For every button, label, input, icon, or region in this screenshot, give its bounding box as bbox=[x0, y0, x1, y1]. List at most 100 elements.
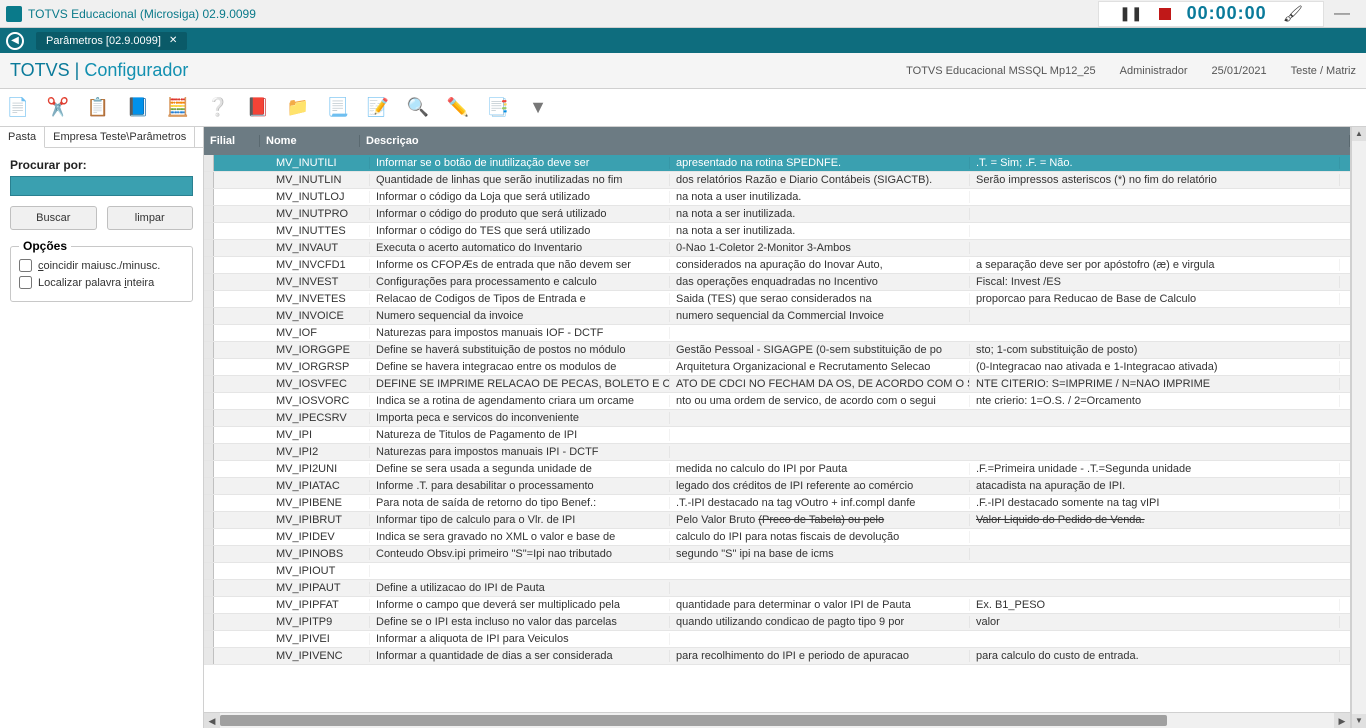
cell-desc1: Executa o acerto automatico do Inventari… bbox=[370, 242, 670, 254]
table-row[interactable]: MV_IPIOUT bbox=[204, 563, 1350, 580]
cb-palavra-input[interactable] bbox=[19, 276, 32, 289]
col-nome[interactable]: Nome bbox=[260, 135, 360, 147]
tab-close-icon[interactable]: ✕ bbox=[169, 35, 177, 46]
stop-icon[interactable] bbox=[1159, 8, 1171, 20]
cell-desc2: 0-Nao 1-Coletor 2-Monitor 3-Ambos bbox=[670, 242, 970, 254]
tab-label: Parâmetros [02.9.0099] bbox=[46, 35, 161, 47]
table-row[interactable]: MV_INVESTConfigurações para processament… bbox=[204, 274, 1350, 291]
sidebar-tab-pasta[interactable]: Pasta bbox=[0, 127, 45, 148]
table-row[interactable]: MV_IPI2UNIDefine se sera usada a segunda… bbox=[204, 461, 1350, 478]
cell-desc3: Valor Liquido do Pedido de Venda. bbox=[970, 514, 1340, 526]
table-row[interactable]: MV_IPINatureza de Titulos de Pagamento d… bbox=[204, 427, 1350, 444]
table-row[interactable]: MV_INVOICENumero sequencial da invoicenu… bbox=[204, 308, 1350, 325]
row-gutter bbox=[204, 461, 214, 477]
report-icon[interactable]: 📑 bbox=[486, 96, 510, 120]
exit-icon[interactable]: 📕 bbox=[246, 96, 270, 120]
table-row[interactable]: MV_INVCFD1Informe os CFOPÆs de entrada q… bbox=[204, 257, 1350, 274]
table-row[interactable]: MV_IPI2Naturezas para impostos manuais I… bbox=[204, 444, 1350, 461]
table-row[interactable]: MV_IORGGPEDefine se haverá substituição … bbox=[204, 342, 1350, 359]
table-row[interactable]: MV_IPIDEVIndica se sera gravado no XML o… bbox=[204, 529, 1350, 546]
table-row[interactable]: MV_IOSVORCIndica se a rotina de agendame… bbox=[204, 393, 1350, 410]
table-row[interactable]: MV_IPINOBSConteudo Obsv.ipi primeiro "S"… bbox=[204, 546, 1350, 563]
cell-desc2: Gestão Pessoal - SIGAGPE (0-sem substitu… bbox=[670, 344, 970, 356]
document-tabbar: ◀ Parâmetros [02.9.0099] ✕ bbox=[0, 28, 1366, 53]
edit-icon[interactable]: ✏️ bbox=[446, 96, 470, 120]
cell-desc1: Informe os CFOPÆs de entrada que não dev… bbox=[370, 259, 670, 271]
cell-nome: MV_IPI2 bbox=[270, 446, 370, 458]
table-row[interactable]: MV_INVAUTExecuta o acerto automatico do … bbox=[204, 240, 1350, 257]
cell-desc2: .T.-IPI destacado na tag vOutro + inf.co… bbox=[670, 497, 970, 509]
cell-nome: MV_IORGGPE bbox=[270, 344, 370, 356]
cell-desc2: Pelo Valor Bruto (Preco de Tabela) ou pe… bbox=[670, 514, 970, 526]
cell-desc2: na nota a user inutilizada. bbox=[670, 191, 970, 203]
table-row[interactable]: MV_IPIPFATInforme o campo que deverá ser… bbox=[204, 597, 1350, 614]
sidebar-tab-path[interactable]: Empresa Teste\Parâmetros bbox=[45, 127, 195, 147]
hscroll-right[interactable]: ▶ bbox=[1334, 713, 1350, 728]
table-row[interactable]: MV_IPIBENEPara nota de saída de retorno … bbox=[204, 495, 1350, 512]
cb-maiusc[interactable]: coincidir maiusc./minusc. bbox=[19, 259, 184, 272]
hscroll-thumb[interactable] bbox=[220, 715, 1167, 726]
limpar-button[interactable]: limpar bbox=[107, 206, 194, 230]
list-icon[interactable]: 📃 bbox=[326, 96, 350, 120]
col-filial[interactable]: Filial bbox=[204, 135, 260, 147]
cell-desc1: Conteudo Obsv.ipi primeiro "S"=Ipi nao t… bbox=[370, 548, 670, 560]
table-row[interactable]: MV_IPIPAUTDefine a utilizacao do IPI de … bbox=[204, 580, 1350, 597]
toolbar: 📄 ✂️ 📋 📘 🧮 ❔ 📕 📁 📃 📝 🔍 ✏️ 📑 ▼ bbox=[0, 89, 1366, 127]
table-row[interactable]: MV_IPITP9Define se o IPI esta incluso no… bbox=[204, 614, 1350, 631]
cell-desc1: Naturezas para impostos manuais IOF - DC… bbox=[370, 327, 670, 339]
search-icon[interactable]: 🔍 bbox=[406, 96, 430, 120]
brush-icon[interactable]: 🖌 bbox=[1283, 4, 1303, 24]
row-gutter bbox=[204, 444, 214, 460]
table-row[interactable]: MV_IPIVEIInformar a aliquota de IPI para… bbox=[204, 631, 1350, 648]
table-row[interactable]: MV_INUTILIInformar se o botão de inutili… bbox=[204, 155, 1350, 172]
cell-desc2: na nota a ser inutilizada. bbox=[670, 208, 970, 220]
cell-desc2: para recolhimento do IPI e periodo de ap… bbox=[670, 650, 970, 662]
minimize-icon[interactable]: — bbox=[1334, 5, 1350, 23]
cell-nome: MV_IPIPAUT bbox=[270, 582, 370, 594]
grid-body[interactable]: MV_INUTILIInformar se o botão de inutili… bbox=[204, 155, 1350, 712]
cell-nome: MV_INUTTES bbox=[270, 225, 370, 237]
document-tab[interactable]: Parâmetros [02.9.0099] ✕ bbox=[36, 32, 187, 50]
clipboard-icon[interactable]: 📋 bbox=[86, 96, 110, 120]
cell-nome: MV_IPIBRUT bbox=[270, 514, 370, 526]
cell-desc1: Informe o campo que deverá ser multiplic… bbox=[370, 599, 670, 611]
hscroll-left[interactable]: ◀ bbox=[204, 713, 220, 728]
outer-up[interactable]: ▲ bbox=[1352, 127, 1366, 141]
cb-maiusc-input[interactable] bbox=[19, 259, 32, 272]
outer-vscroll[interactable]: ▲ ▼ bbox=[1351, 127, 1366, 728]
cb-palavra-inteira[interactable]: Localizar palavra inteira bbox=[19, 276, 184, 289]
folder-icon[interactable]: 📁 bbox=[286, 96, 310, 120]
table-row[interactable]: MV_IPIATACInforme .T. para desabilitar o… bbox=[204, 478, 1350, 495]
table-row[interactable]: MV_INUTLINQuantidade de linhas que serão… bbox=[204, 172, 1350, 189]
cell-desc3: valor bbox=[970, 616, 1340, 628]
cut-icon[interactable]: ✂️ bbox=[46, 96, 70, 120]
book-icon[interactable]: 📘 bbox=[126, 96, 150, 120]
table-row[interactable]: MV_INUTPROInformar o código do produto q… bbox=[204, 206, 1350, 223]
table-row[interactable]: MV_INUTLOJInformar o código da Loja que … bbox=[204, 189, 1350, 206]
buscar-button[interactable]: Buscar bbox=[10, 206, 97, 230]
cell-nome: MV_IPIVENC bbox=[270, 650, 370, 662]
grid: Filial Nome Descriçao MV_INUTILIInformar… bbox=[204, 127, 1366, 728]
table-row[interactable]: MV_IOFNaturezas para impostos manuais IO… bbox=[204, 325, 1350, 342]
app-icon bbox=[6, 6, 22, 22]
help-icon[interactable]: ❔ bbox=[206, 96, 230, 120]
table-row[interactable]: MV_IPECSRVImporta peca e servicos do inc… bbox=[204, 410, 1350, 427]
table-row[interactable]: MV_IORGRSPDefine se havera integracao en… bbox=[204, 359, 1350, 376]
filter-icon[interactable]: ▼ bbox=[526, 96, 550, 120]
search-input[interactable] bbox=[10, 176, 193, 196]
add-icon[interactable]: 📝 bbox=[366, 96, 390, 120]
table-row[interactable]: MV_IPIVENCInformar a quantidade de dias … bbox=[204, 648, 1350, 665]
cell-desc1: Configurações para processamento e calcu… bbox=[370, 276, 670, 288]
hscroll[interactable]: ◀ ▶ bbox=[204, 712, 1350, 728]
table-row[interactable]: MV_INVETESRelacao de Codigos de Tipos de… bbox=[204, 291, 1350, 308]
calc-icon[interactable]: 🧮 bbox=[166, 96, 190, 120]
pause-icon[interactable]: ❚❚ bbox=[1119, 5, 1142, 22]
outer-down[interactable]: ▼ bbox=[1352, 714, 1366, 728]
table-row[interactable]: MV_IOSVFECDEFINE SE IMPRIME RELACAO DE P… bbox=[204, 376, 1350, 393]
table-row[interactable]: MV_INUTTESInformar o código do TES que s… bbox=[204, 223, 1350, 240]
back-icon[interactable]: ◀ bbox=[6, 32, 24, 50]
cell-desc3: Serão impressos asteriscos (*) no fim do… bbox=[970, 174, 1340, 186]
col-descricao[interactable]: Descriçao bbox=[360, 135, 1350, 147]
copy-icon[interactable]: 📄 bbox=[6, 96, 30, 120]
table-row[interactable]: MV_IPIBRUTInformar tipo de calculo para … bbox=[204, 512, 1350, 529]
